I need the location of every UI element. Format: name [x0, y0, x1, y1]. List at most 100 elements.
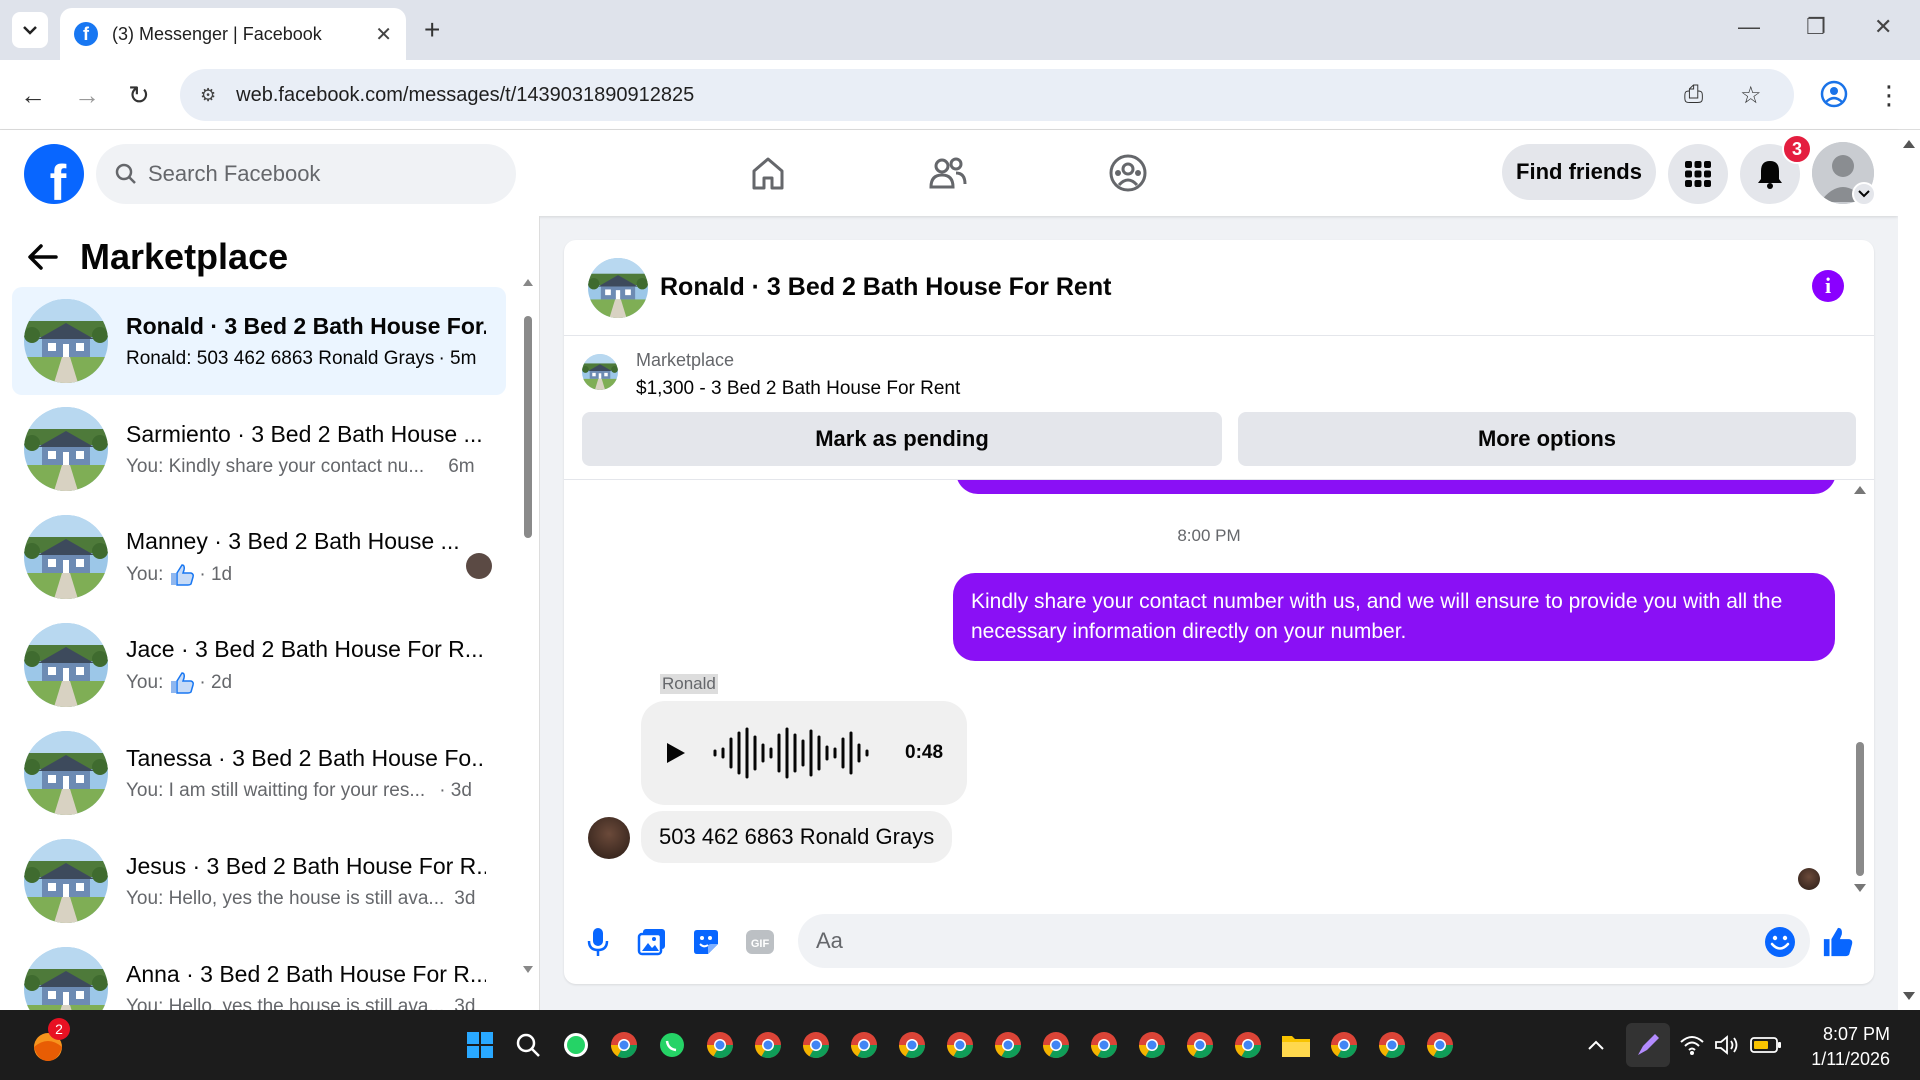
- wifi-icon[interactable]: [1672, 1025, 1712, 1065]
- volume-icon[interactable]: [1708, 1025, 1748, 1065]
- thumbs-up-icon: [171, 563, 195, 586]
- conversation-item-ronald[interactable]: Ronald · 3 Bed 2 Bath House For... Ronal…: [12, 287, 506, 395]
- minimize-icon[interactable]: —: [1738, 14, 1760, 40]
- search-box[interactable]: [96, 144, 516, 204]
- marketplace-listing-bar: Marketplace $1,300 - 3 Bed 2 Bath House …: [564, 336, 1874, 480]
- chrome-profile-icon[interactable]: [1420, 1025, 1460, 1065]
- conversation-item-jace[interactable]: Jace · 3 Bed 2 Bath House For R... You: …: [12, 611, 506, 719]
- chrome-profile-icon[interactable]: [844, 1025, 884, 1065]
- conversation-title: Anna · 3 Bed 2 Bath House For R...: [126, 960, 486, 987]
- message-composer: GIF: [564, 900, 1874, 984]
- menu-button[interactable]: [1668, 144, 1728, 204]
- back-icon[interactable]: ←: [20, 80, 46, 111]
- chrome-profile-icon[interactable]: [1228, 1025, 1268, 1065]
- microphone-icon[interactable]: [582, 926, 614, 958]
- chrome-profile-icon[interactable]: [1084, 1025, 1124, 1065]
- gif-icon[interactable]: GIF: [744, 926, 776, 958]
- install-app-icon[interactable]: ⎙: [1684, 81, 1703, 109]
- chrome-profile-icon[interactable]: [1372, 1025, 1412, 1065]
- tray-overflow-chevron-icon[interactable]: [1576, 1025, 1616, 1065]
- forward-icon[interactable]: →: [74, 80, 100, 111]
- conversation-title: Manney · 3 Bed 2 Bath House ...: [126, 527, 460, 554]
- site-settings-icon[interactable]: ⚙: [200, 85, 216, 106]
- notification-badge: 3: [1782, 134, 1812, 164]
- facebook-logo[interactable]: f: [24, 144, 84, 204]
- play-icon[interactable]: [665, 741, 687, 765]
- chat-panel: Ronald · 3 Bed 2 Bath House For Rent i M…: [564, 240, 1874, 984]
- whatsapp-icon[interactable]: [556, 1025, 596, 1065]
- chrome-profile-icon[interactable]: [1180, 1025, 1220, 1065]
- chrome-profile-icon[interactable]: [748, 1025, 788, 1065]
- photo-icon[interactable]: [636, 926, 668, 958]
- friends-nav[interactable]: [918, 148, 978, 198]
- listing-thumbnail[interactable]: [582, 354, 618, 390]
- reload-icon[interactable]: ↻: [128, 80, 150, 111]
- browser-tab[interactable]: f (3) Messenger | Facebook ✕: [60, 8, 406, 60]
- profile-icon[interactable]: [1820, 80, 1848, 115]
- outgoing-message[interactable]: Kindly share your contact number with us…: [953, 573, 1835, 661]
- conversation-item-jesus[interactable]: Jesus · 3 Bed 2 Bath House For R... You:…: [12, 827, 506, 935]
- listing-title[interactable]: $1,300 - 3 Bed 2 Bath House For Rent: [636, 378, 960, 400]
- listing-thumbnail: [24, 515, 108, 599]
- chrome-icon[interactable]: [604, 1025, 644, 1065]
- chat-title[interactable]: Ronald · 3 Bed 2 Bath House For Rent: [660, 273, 1111, 302]
- conversation-item-tanessa[interactable]: Tanessa · 3 Bed 2 Bath House Fo... You: …: [12, 719, 506, 827]
- tab-close-icon[interactable]: ✕: [375, 22, 392, 47]
- chrome-profile-icon[interactable]: [1036, 1025, 1076, 1065]
- account-caret-icon[interactable]: [1852, 182, 1876, 206]
- system-clock[interactable]: 8:07 PM 1/11/2026: [1811, 1022, 1890, 1072]
- file-explorer-icon[interactable]: [1276, 1025, 1316, 1065]
- restore-icon[interactable]: ❐: [1806, 14, 1826, 40]
- groups-nav[interactable]: [1098, 148, 1158, 198]
- browser-menu-icon[interactable]: ⋮: [1876, 80, 1902, 111]
- conversation-sidebar: Marketplace Ronald · 3 Bed 2 Bath House …: [0, 216, 540, 1010]
- pen-tray-icon[interactable]: [1626, 1023, 1670, 1067]
- find-friends-button[interactable]: Find friends: [1502, 144, 1656, 200]
- address-bar[interactable]: ⚙ web.facebook.com/messages/t/1439031890…: [180, 69, 1794, 121]
- info-icon[interactable]: i: [1812, 270, 1844, 302]
- chrome-profile-icon[interactable]: [700, 1025, 740, 1065]
- mark-as-pending-button[interactable]: Mark as pending: [582, 412, 1222, 466]
- bookmark-star-icon[interactable]: ☆: [1740, 81, 1762, 110]
- conversation-item-anna[interactable]: Anna · 3 Bed 2 Bath House For R... You: …: [12, 935, 506, 1010]
- battery-icon[interactable]: [1746, 1025, 1786, 1065]
- incoming-message[interactable]: 503 462 6863 Ronald Grays: [641, 811, 953, 863]
- back-arrow-icon[interactable]: [28, 244, 58, 270]
- conversation-snippet: Ronald: 503 462 6863 Ronald Grays: [126, 347, 435, 369]
- seen-avatar: [466, 553, 492, 579]
- search-input[interactable]: [148, 161, 488, 187]
- new-tab-button[interactable]: +: [424, 14, 440, 46]
- url-text: web.facebook.com/messages/t/143903189091…: [236, 83, 695, 106]
- listing-thumbnail[interactable]: [588, 258, 648, 318]
- chrome-profile-icon[interactable]: [988, 1025, 1028, 1065]
- like-icon[interactable]: [1822, 926, 1854, 958]
- sender-avatar[interactable]: [588, 817, 630, 859]
- conversation-item-manney[interactable]: Manney · 3 Bed 2 Bath House ... You: · 1…: [12, 503, 506, 611]
- tab-search-button[interactable]: [12, 12, 48, 48]
- home-nav[interactable]: [738, 148, 798, 198]
- chrome-profile-icon[interactable]: [796, 1025, 836, 1065]
- marketplace-label: Marketplace: [636, 350, 735, 370]
- menu-grid-icon: [1685, 161, 1711, 187]
- emoji-icon[interactable]: [1764, 926, 1796, 958]
- sticker-icon[interactable]: [690, 926, 722, 958]
- voice-message[interactable]: 0:48: [641, 701, 967, 805]
- message-scrollbar[interactable]: [1850, 480, 1870, 900]
- groups-icon: [1109, 154, 1147, 192]
- chrome-profile-icon[interactable]: [1132, 1025, 1172, 1065]
- chrome-profile-icon[interactable]: [940, 1025, 980, 1065]
- more-options-button[interactable]: More options: [1238, 412, 1856, 466]
- windows-start-icon[interactable]: [460, 1025, 500, 1065]
- message-input[interactable]: [798, 914, 1810, 968]
- conversation-item-sarmiento[interactable]: Sarmiento · 3 Bed 2 Bath House ... You: …: [12, 395, 506, 503]
- page-scrollbar[interactable]: [1898, 130, 1920, 1010]
- window-close-icon[interactable]: ✕: [1874, 14, 1892, 40]
- taskbar-search-icon[interactable]: [508, 1025, 548, 1065]
- sidebar-scrollbar[interactable]: [522, 276, 534, 976]
- whatsapp-business-icon[interactable]: [652, 1025, 692, 1065]
- svg-text:GIF: GIF: [751, 938, 770, 950]
- listing-thumbnail: [24, 299, 108, 383]
- chrome-profile-icon[interactable]: [1324, 1025, 1364, 1065]
- chrome-profile-icon[interactable]: [892, 1025, 932, 1065]
- read-receipt-avatar: [1798, 868, 1820, 890]
